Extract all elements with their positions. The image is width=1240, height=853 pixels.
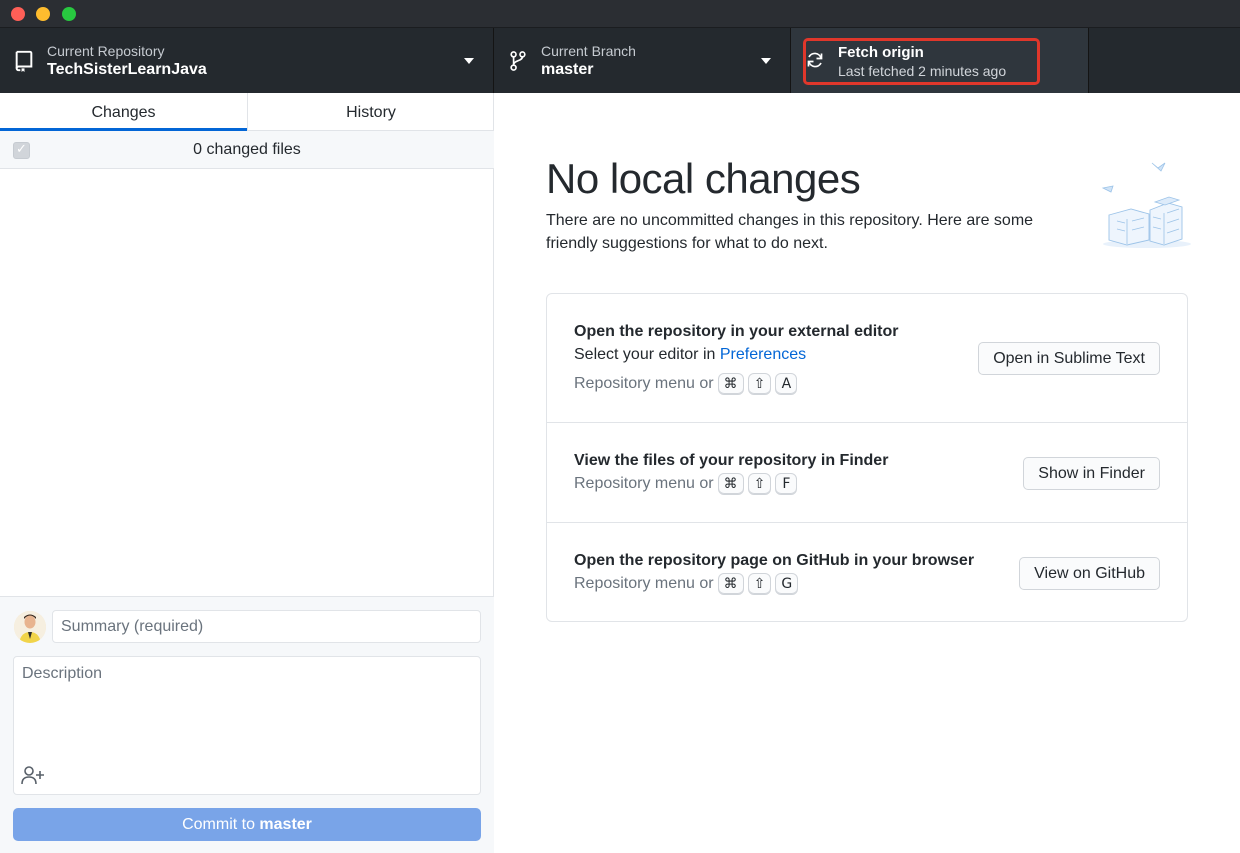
fetch-title: Fetch origin bbox=[838, 44, 924, 61]
changed-files-count: 0 changed files bbox=[193, 141, 301, 158]
letter-key: F bbox=[775, 473, 798, 495]
open-in-editor-button[interactable]: Open in Sublime Text bbox=[978, 342, 1160, 375]
preferences-link[interactable]: Preferences bbox=[720, 346, 806, 363]
command-key-icon: ⌘ bbox=[717, 473, 744, 495]
add-coauthor-icon[interactable] bbox=[21, 765, 45, 785]
show-in-finder-button[interactable]: Show in Finder bbox=[1023, 457, 1160, 490]
close-window-button[interactable] bbox=[11, 7, 25, 21]
branch-selector[interactable]: Current Branch master bbox=[494, 28, 791, 93]
fetch-origin-button[interactable]: Fetch origin Last fetched 2 minutes ago bbox=[791, 28, 1089, 93]
main-content: No local changes There are no uncommitte… bbox=[495, 93, 1240, 853]
command-key-icon: ⌘ bbox=[717, 573, 744, 595]
sidebar: Changes History 0 changed files Commit bbox=[0, 93, 494, 853]
keyboard-shortcut: Repository menu or ⌘ ⇧ G bbox=[574, 573, 799, 595]
repo-icon bbox=[15, 50, 33, 72]
shortcut-label: Repository menu or bbox=[574, 575, 714, 592]
page-title: No local changes bbox=[546, 155, 861, 202]
chevron-down-icon bbox=[464, 58, 474, 64]
suggestion-title: View the files of your repository in Fin… bbox=[574, 452, 889, 469]
keyboard-shortcut: Repository menu or ⌘ ⇧ A bbox=[574, 373, 798, 395]
suggestion-row-editor: Open the repository in your external edi… bbox=[547, 294, 1187, 423]
suggestions-card: Open the repository in your external edi… bbox=[546, 293, 1188, 622]
keyboard-shortcut: Repository menu or ⌘ ⇧ F bbox=[574, 473, 798, 495]
zoom-window-button[interactable] bbox=[62, 7, 76, 21]
empty-state-illustration-icon bbox=[1101, 162, 1191, 248]
window-titlebar bbox=[0, 0, 1240, 28]
tab-history[interactable]: History bbox=[247, 93, 494, 131]
minimize-window-button[interactable] bbox=[36, 7, 50, 21]
sidebar-tabs: Changes History bbox=[0, 93, 494, 131]
view-on-github-button[interactable]: View on GitHub bbox=[1019, 557, 1160, 590]
command-key-icon: ⌘ bbox=[717, 373, 744, 395]
description-box bbox=[13, 656, 481, 795]
branch-icon bbox=[510, 51, 526, 71]
intro-text: There are no uncommitted changes in this… bbox=[546, 212, 1034, 252]
commit-button-prefix: Commit to bbox=[182, 816, 260, 833]
suggestion-row-github: Open the repository page on GitHub in yo… bbox=[547, 523, 1187, 621]
commit-button[interactable]: Commit to master bbox=[13, 808, 481, 841]
commit-button-branch: master bbox=[259, 816, 312, 833]
shift-key-icon: ⇧ bbox=[747, 373, 772, 395]
description-input[interactable] bbox=[14, 657, 480, 762]
suggestion-subtitle-text: Select your editor in bbox=[574, 346, 720, 363]
suggestion-subtitle: Select your editor in Preferences bbox=[574, 346, 806, 364]
suggestion-title: Open the repository page on GitHub in yo… bbox=[574, 552, 975, 569]
summary-input[interactable] bbox=[52, 610, 481, 643]
branch-title: Current Branch bbox=[541, 43, 636, 59]
branch-name: master bbox=[541, 61, 594, 78]
letter-key: G bbox=[775, 573, 799, 595]
shortcut-label: Repository menu or bbox=[574, 475, 714, 492]
toolbar: Current Repository TechSisterLearnJava C… bbox=[0, 28, 1240, 93]
repository-title: Current Repository bbox=[47, 43, 165, 59]
shortcut-label: Repository menu or bbox=[574, 375, 714, 392]
suggestion-title: Open the repository in your external edi… bbox=[574, 323, 899, 340]
shift-key-icon: ⇧ bbox=[747, 573, 772, 595]
repository-selector[interactable]: Current Repository TechSisterLearnJava bbox=[0, 28, 494, 93]
avatar bbox=[14, 611, 46, 643]
changed-files-header: 0 changed files bbox=[0, 131, 494, 169]
shift-key-icon: ⇧ bbox=[747, 473, 772, 495]
fetch-last-fetched: Last fetched 2 minutes ago bbox=[838, 63, 1007, 79]
letter-key: A bbox=[775, 373, 798, 395]
suggestion-row-finder: View the files of your repository in Fin… bbox=[547, 423, 1187, 523]
chevron-down-icon bbox=[761, 58, 771, 64]
tab-changes[interactable]: Changes bbox=[0, 93, 247, 131]
sync-icon bbox=[807, 52, 823, 68]
commit-panel: Commit to master bbox=[0, 596, 494, 853]
repository-name: TechSisterLearnJava bbox=[47, 61, 207, 78]
